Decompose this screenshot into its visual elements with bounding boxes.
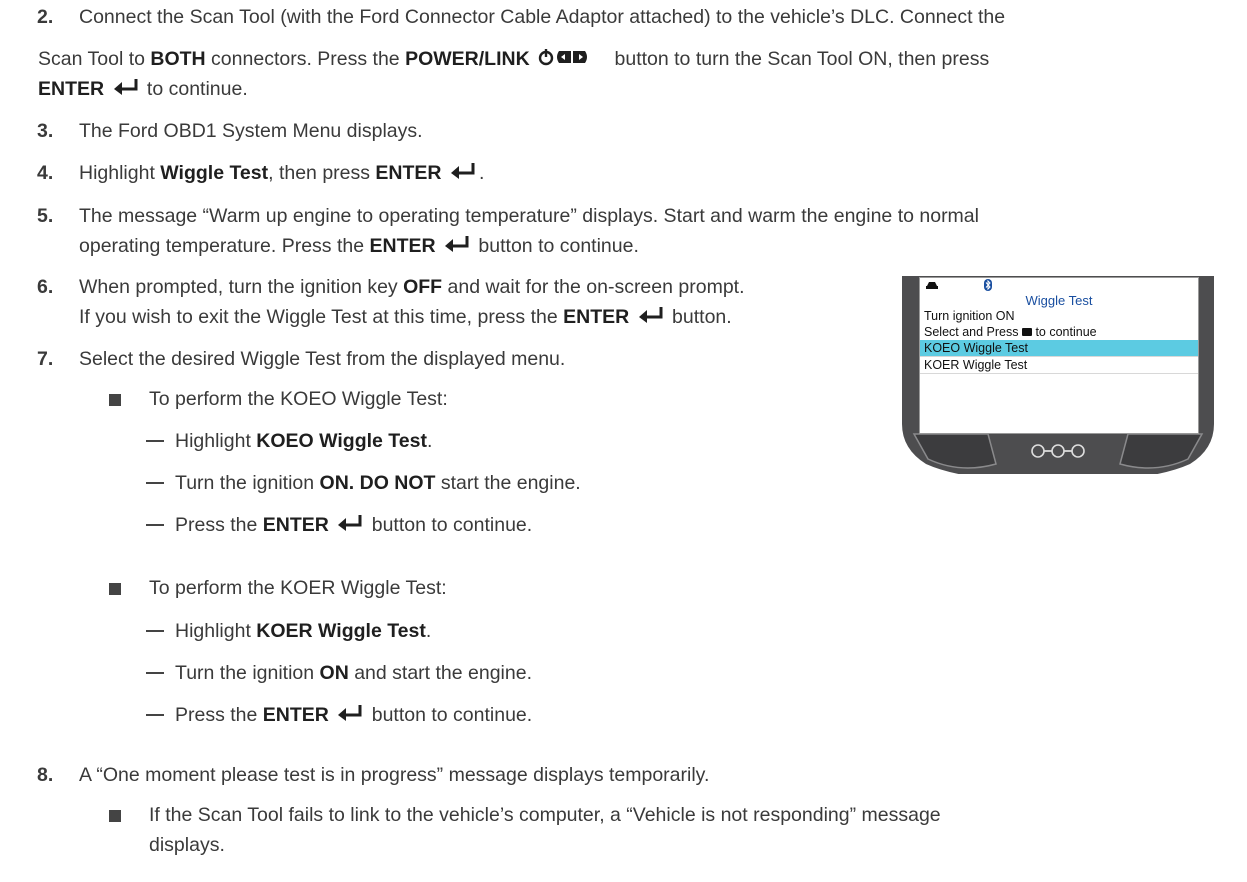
dash — [146, 482, 164, 484]
text: If you wish to exit the Wiggle Test at t… — [79, 306, 564, 328]
step-2-line-1: Connect the Scan Tool (with the Ford Con… — [79, 6, 1006, 28]
step-8-bullet-line-2: displays. — [149, 834, 225, 856]
text: Scan Tool to — [38, 48, 151, 70]
step-4-text: Highlight Wiggle Test, then press ENTER … — [79, 159, 484, 189]
step-2-line-2: Scan Tool to BOTH connectors. Press the … — [38, 45, 989, 76]
menu-item-koeo[interactable]: KOEO Wiggle Test — [920, 340, 1198, 357]
menu-item-koer[interactable]: KOER Wiggle Test — [920, 357, 1198, 374]
enter-icon — [336, 702, 364, 731]
text: connectors. Press the — [205, 48, 406, 70]
car-icon — [925, 280, 939, 295]
dash — [146, 714, 164, 716]
bluetooth-icon — [984, 279, 992, 296]
text: button to turn the Scan Tool ON, then pr… — [609, 48, 990, 70]
emphasis: KOEO Wiggle Test — [256, 430, 427, 452]
emphasis: ENTER — [375, 162, 442, 184]
text: Turn the ignition — [175, 472, 320, 494]
step-8-bullet-line-1: If the Scan Tool fails to link to the ve… — [149, 804, 941, 826]
koer-dash-1: Highlight KOER Wiggle Test. — [175, 617, 431, 646]
text: Select and Press — [924, 325, 1022, 339]
emphasis: ON — [319, 662, 349, 684]
text: button to continue. — [473, 235, 639, 257]
dash — [146, 672, 164, 674]
emphasis: ENTER — [369, 235, 436, 257]
dash — [146, 440, 164, 442]
text: to continue — [1031, 325, 1097, 339]
step-3-number: 3. — [37, 120, 54, 142]
text: button to continue. — [366, 704, 533, 726]
enter-icon — [443, 233, 471, 262]
step-2-number: 2. — [37, 6, 54, 28]
text: Highlight — [79, 162, 161, 184]
power-link-icon — [537, 47, 607, 76]
text: . — [478, 162, 485, 184]
text: button to continue. — [366, 514, 533, 536]
koeo-dash-1: Highlight KOEO Wiggle Test. — [175, 427, 432, 456]
text: . — [425, 620, 432, 642]
koeo-dash-2: Turn the ignition ON. DO NOT start the e… — [175, 469, 581, 498]
emphasis: ENTER — [262, 514, 329, 536]
step-5-line-1: The message “Warm up engine to operating… — [79, 205, 979, 227]
enter-key-icon — [1021, 328, 1032, 336]
step-6-line-2: If you wish to exit the Wiggle Test at t… — [79, 303, 732, 333]
koer-dash-3: Press the ENTER button to continue. — [175, 701, 532, 731]
right-soft-key[interactable] — [1134, 439, 1174, 459]
emphasis: KOER Wiggle Test — [256, 620, 426, 642]
step-8-text: A “One moment please test is in progress… — [79, 764, 710, 786]
enter-icon — [637, 304, 665, 333]
left-soft-key[interactable] — [942, 439, 982, 459]
text: start the engine. — [435, 472, 581, 494]
koeo-bullet-text: To perform the KOEO Wiggle Test: — [149, 388, 448, 410]
screen-instruction-2: Select and Press to continue — [920, 324, 1198, 340]
step-2-line-3: ENTER to continue. — [38, 75, 248, 105]
step-8-number: 8. — [37, 764, 54, 786]
device-screen: Wiggle Test Turn ignition ON Select and … — [919, 277, 1199, 434]
enter-icon — [112, 76, 140, 105]
text: to continue. — [141, 78, 248, 100]
step-5-line-2: operating temperature. Press the ENTER b… — [79, 232, 639, 262]
text: Press the — [175, 704, 263, 726]
text: button. — [666, 306, 732, 328]
text: Highlight — [175, 430, 257, 452]
emphasis: Wiggle Test — [160, 162, 269, 184]
text: and wait for the on-screen prompt. — [442, 276, 745, 298]
text: , then press — [268, 162, 376, 184]
text: . — [426, 430, 433, 452]
menu-dots-button[interactable] — [1028, 441, 1088, 461]
dash — [146, 630, 164, 632]
emphasis: ENTER — [38, 78, 105, 100]
step-6-line-1: When prompted, turn the ignition key OFF… — [79, 273, 745, 302]
text: Press the — [175, 514, 263, 536]
screen-title: Wiggle Test — [1025, 293, 1093, 308]
emphasis: ENTER — [262, 704, 329, 726]
step-7-number: 7. — [37, 348, 54, 370]
bullet-square — [109, 394, 121, 406]
enter-icon — [449, 160, 477, 189]
bullet-square — [109, 810, 121, 822]
screen-instruction-1: Turn ignition ON — [924, 309, 1015, 323]
enter-icon — [336, 512, 364, 541]
text: When prompted, turn the ignition key — [79, 276, 404, 298]
step-5-number: 5. — [37, 205, 54, 227]
emphasis: ON. DO NOT — [319, 472, 436, 494]
dash — [146, 524, 164, 526]
text: Highlight — [175, 620, 257, 642]
emphasis: BOTH — [150, 48, 206, 70]
text: operating temperature. Press the — [79, 235, 370, 257]
text: and start the engine. — [348, 662, 532, 684]
step-3-text: The Ford OBD1 System Menu displays. — [79, 120, 423, 142]
step-7-text: Select the desired Wiggle Test from the … — [79, 348, 566, 370]
text: Turn the ignition — [175, 662, 320, 684]
scan-tool-device: Wiggle Test Turn ignition ON Select and … — [900, 274, 1216, 474]
emphasis: ENTER — [563, 306, 630, 328]
status-bar — [920, 278, 1198, 293]
step-6-number: 6. — [37, 276, 54, 298]
emphasis: OFF — [403, 276, 443, 298]
emphasis: POWER/LINK — [405, 48, 530, 70]
step-4-number: 4. — [37, 162, 54, 184]
koeo-dash-3: Press the ENTER button to continue. — [175, 511, 532, 541]
bullet-square — [109, 583, 121, 595]
koer-bullet-text: To perform the KOER Wiggle Test: — [149, 577, 447, 599]
koer-dash-2: Turn the ignition ON and start the engin… — [175, 659, 532, 688]
